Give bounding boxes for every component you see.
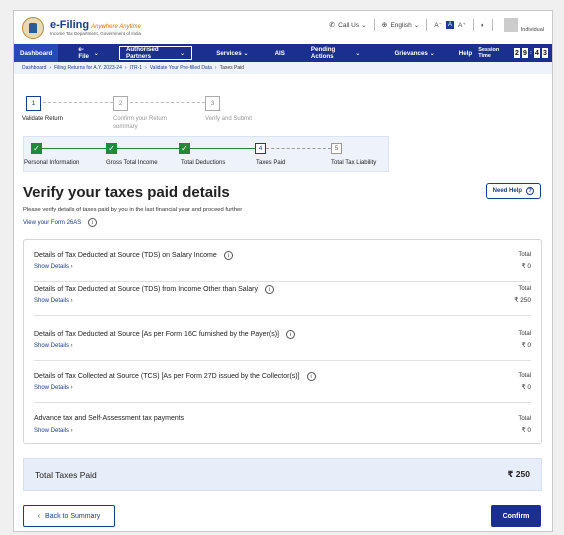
show-details-link[interactable]: Show Details › bbox=[34, 428, 73, 434]
session-digit: 4 bbox=[533, 48, 540, 58]
row-title: Details of Tax Deducted at Source [As pe… bbox=[34, 331, 279, 338]
avatar[interactable] bbox=[503, 18, 518, 32]
checkmark-icon: ✓ bbox=[179, 143, 190, 154]
chevron-down-icon: ⌄ bbox=[413, 22, 420, 29]
step-1-label: Validate Return bbox=[22, 116, 63, 122]
session-digit: 2 bbox=[513, 48, 520, 58]
substep-label: Personal Information bbox=[24, 160, 80, 166]
session-timer: Session Time 2 9 : 4 3 bbox=[478, 47, 549, 59]
brand-dept: Income Tax Department, Government of Ind… bbox=[50, 31, 141, 36]
language-select[interactable]: English bbox=[390, 22, 411, 29]
checkmark-icon: ✓ bbox=[31, 143, 42, 154]
row-amount: ₹ 0 bbox=[521, 384, 531, 391]
checkmark-icon: ✓ bbox=[106, 143, 117, 154]
info-icon[interactable]: i bbox=[223, 251, 233, 260]
nav-services[interactable]: Services ⌄ bbox=[210, 44, 254, 62]
step-2-label: Confirm your Return summary bbox=[113, 116, 168, 130]
need-help-button[interactable]: Need Help ? bbox=[485, 183, 541, 199]
row-amount: ₹ 250 bbox=[514, 297, 531, 304]
row-amount: ₹ 0 bbox=[521, 263, 531, 270]
info-icon[interactable]: i bbox=[264, 285, 274, 294]
substep-label: Total Tax Liability bbox=[331, 160, 377, 166]
main-nav: Dashboard e-File ⌄ Authorised Partners ⌄… bbox=[14, 44, 552, 62]
header: e-Filing Anywhere Anytime Income Tax Depa… bbox=[14, 11, 552, 44]
session-digit: 3 bbox=[541, 48, 549, 58]
font-normal-button[interactable]: A bbox=[446, 21, 455, 29]
nav-ais[interactable]: AIS bbox=[269, 44, 291, 62]
row-total-label: Total bbox=[518, 373, 531, 379]
show-details-link[interactable]: Show Details › bbox=[34, 264, 73, 270]
breadcrumb-current: Taxes Paid bbox=[219, 65, 245, 71]
info-icon[interactable]: i bbox=[306, 372, 316, 381]
font-decrease-button[interactable]: A⁻ bbox=[434, 21, 442, 29]
font-increase-button[interactable]: A⁺ bbox=[458, 21, 466, 29]
brand-tagline: Anywhere Anytime bbox=[91, 24, 141, 30]
emblem-logo bbox=[22, 16, 44, 39]
nav-help[interactable]: Help bbox=[453, 44, 478, 62]
breadcrumb-item[interactable]: Filing Returns for A.Y. 2023-24 bbox=[54, 65, 122, 71]
step-3: 3 bbox=[205, 96, 220, 111]
contrast-icon[interactable]: ◐ bbox=[481, 22, 485, 29]
breadcrumb-item[interactable]: Validate Your Pre-filled Data bbox=[150, 65, 212, 71]
substep-5: 5 bbox=[331, 143, 342, 154]
row-total-label: Total bbox=[518, 416, 531, 422]
show-details-link[interactable]: Show Details › bbox=[34, 298, 73, 304]
main-stepper: 1 2 3 Validate Return Confirm your Retur… bbox=[22, 94, 322, 134]
row-title: Details of Tax Collected at Source (TCS)… bbox=[34, 373, 300, 380]
chevron-down-icon: ⌄ bbox=[361, 22, 367, 29]
list-item: Advance tax and Self-Assessment tax paym… bbox=[34, 404, 531, 446]
total-taxes-paid: Total Taxes Paid ₹ 250 bbox=[23, 458, 542, 491]
phone-icon: ✆ bbox=[329, 22, 336, 29]
user-type: Individual bbox=[520, 27, 544, 33]
breadcrumb: Dashboard › Filing Returns for A.Y. 2023-… bbox=[14, 62, 552, 74]
app-frame: e-Filing Anywhere Anytime Income Tax Depa… bbox=[13, 10, 553, 532]
session-digit: 9 bbox=[521, 48, 529, 58]
nav-authorised-partners[interactable]: Authorised Partners ⌄ bbox=[118, 46, 193, 60]
show-details-link[interactable]: Show Details › bbox=[34, 385, 73, 391]
confirm-button[interactable]: Confirm bbox=[491, 505, 541, 527]
step-1: 1 bbox=[26, 96, 41, 111]
substep-4: 4 bbox=[255, 143, 266, 154]
row-title: Details of Tax Deducted at Source (TDS) … bbox=[34, 252, 217, 259]
breadcrumb-item[interactable]: Dashboard bbox=[22, 65, 46, 71]
substep-label: Taxes Paid bbox=[256, 160, 286, 166]
sub-stepper: ✓ ✓ ✓ 4 5 Personal Information Gross Tot… bbox=[23, 136, 389, 172]
row-title: Advance tax and Self-Assessment tax paym… bbox=[34, 415, 185, 422]
total-label: Total Taxes Paid bbox=[35, 469, 97, 480]
nav-dashboard[interactable]: Dashboard bbox=[14, 44, 59, 62]
brand-name: e-Filing bbox=[50, 19, 90, 31]
nav-pending-actions[interactable]: Pending Actions ⌄ bbox=[305, 44, 367, 62]
info-icon[interactable]: i bbox=[285, 330, 295, 339]
nav-efile[interactable]: e-File ⌄ bbox=[72, 44, 105, 62]
page-title: Verify your taxes paid details bbox=[23, 184, 230, 201]
total-value: ₹ 250 bbox=[507, 469, 530, 479]
row-amount: ₹ 0 bbox=[521, 342, 531, 349]
chevron-left-icon: ‹ bbox=[37, 512, 41, 520]
globe-icon: ⊕ bbox=[381, 22, 388, 29]
list-item: Details of Tax Collected at Source (TCS)… bbox=[34, 361, 531, 403]
substep-label: Total Deductions bbox=[181, 160, 226, 166]
view-26as-link[interactable]: View your Form 26AS bbox=[23, 220, 81, 226]
call-us-menu[interactable]: Call Us bbox=[338, 22, 359, 29]
show-details-link[interactable]: Show Details › bbox=[34, 343, 73, 349]
list-item: Details of Tax Deducted at Source [As pe… bbox=[34, 319, 531, 361]
step-2: 2 bbox=[113, 96, 128, 111]
row-total-label: Total bbox=[518, 331, 531, 337]
step-3-label: Verify and Submit bbox=[205, 116, 253, 122]
question-icon: ? bbox=[526, 187, 534, 195]
back-to-summary-button[interactable]: ‹ Back to Summary bbox=[23, 505, 115, 527]
brand[interactable]: e-Filing Anywhere Anytime Income Tax Depa… bbox=[50, 19, 141, 36]
page-subtitle: Please verify details of taxes paid by y… bbox=[23, 207, 243, 213]
taxes-paid-card: Details of Tax Deducted at Source (TDS) … bbox=[23, 239, 542, 444]
substep-label: Gross Total Income bbox=[106, 160, 158, 166]
row-total-label: Total bbox=[518, 252, 531, 258]
breadcrumb-item[interactable]: ITR-1 bbox=[130, 65, 143, 71]
row-title: Details of Tax Deducted at Source (TDS) … bbox=[34, 286, 258, 293]
nav-grievances[interactable]: Grievances ⌄ bbox=[388, 44, 440, 62]
list-item: Details of Tax Deducted at Source (TDS) … bbox=[34, 274, 531, 316]
row-total-label: Total bbox=[518, 286, 531, 292]
info-icon[interactable]: i bbox=[88, 218, 98, 227]
row-amount: ₹ 0 bbox=[521, 427, 531, 434]
